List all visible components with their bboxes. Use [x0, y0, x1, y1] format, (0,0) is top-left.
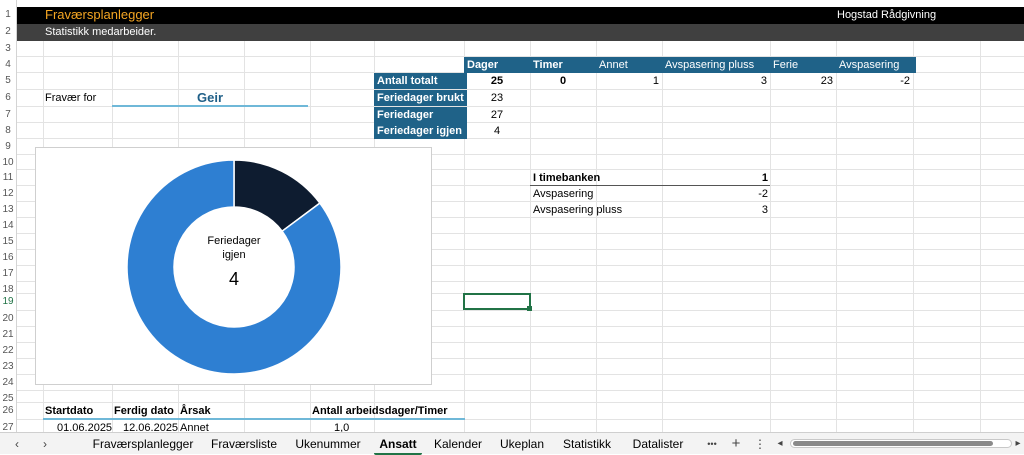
options-icon[interactable]: ⋮ — [754, 435, 766, 453]
row-number[interactable]: 19 — [0, 294, 16, 310]
column-gridline — [662, 41, 663, 432]
value-total-hours: 0 — [559, 75, 567, 87]
value-vacation-left: 4 — [493, 125, 501, 137]
value-total-vacation: 23 — [820, 75, 833, 87]
tab-kalender[interactable]: Kalender — [427, 435, 489, 453]
header-days: Dager — [464, 57, 533, 73]
tab-fravarsliste[interactable]: Fraværsliste — [204, 435, 284, 453]
value-total-other: 1 — [652, 75, 659, 87]
row-header: 1 2 3 4 5 6 7 8 9 10 11 12 13 14 15 16 17 18 19 20 21 22 23 24 2… — [0, 0, 17, 433]
add-sheet-icon[interactable]: + — [728, 435, 744, 453]
app-title: Fraværsplanlegger — [45, 7, 155, 22]
timebank-row-label: Avspasering — [533, 188, 594, 200]
row-number[interactable]: 11 — [0, 170, 16, 186]
timebank-value: 1 — [761, 172, 768, 184]
value-vacation-used: 23 — [490, 92, 504, 104]
tab-statistikk[interactable]: Statistikk — [555, 435, 619, 453]
row-number[interactable]: 22 — [0, 343, 16, 359]
row-number[interactable]: 16 — [0, 250, 16, 266]
value-total-comp: -2 — [900, 75, 910, 87]
row-number[interactable]: 6 — [0, 90, 16, 106]
row-gridline — [17, 390, 1024, 391]
employee-name[interactable]: Geir — [112, 89, 308, 107]
timebank-row-label: Avspasering pluss — [533, 204, 623, 216]
row-label-vacation-used: Feriedager brukt — [374, 90, 467, 106]
title-band: Fraværsplanlegger Hogstad Rådgivning — [17, 7, 1024, 24]
donut-center-line2: igjen — [222, 249, 246, 261]
tab-ukeplan[interactable]: Ukeplan — [494, 435, 550, 453]
chevron-left-icon[interactable]: ‹ — [8, 435, 26, 453]
absence-for-label: Fravær for — [45, 92, 97, 104]
header-hours: Timer — [530, 57, 599, 73]
row-number[interactable]: 7 — [0, 107, 16, 123]
row-label-vacation-left: Feriedager igjen — [374, 123, 467, 139]
row-number[interactable]: 8 — [0, 123, 16, 139]
row-number[interactable]: 23 — [0, 359, 16, 375]
chevron-right-icon[interactable]: › — [36, 435, 54, 453]
row-number[interactable]: 12 — [0, 186, 16, 202]
timebank-row-value: 3 — [761, 204, 768, 216]
subtitle-band: Statistikk medarbeider. — [17, 24, 1024, 41]
row-number[interactable]: 15 — [0, 234, 16, 250]
donut-chart[interactable]: Feriedager igjen 4 — [35, 147, 432, 385]
donut-center-label: Feriedager igjen 4 — [186, 234, 282, 289]
column-gridline — [530, 41, 531, 432]
scroll-left-icon[interactable]: ◂ — [774, 435, 786, 453]
scrollbar-thumb[interactable] — [793, 441, 993, 446]
tab-ukenummer[interactable]: Ukenummer — [288, 435, 368, 453]
list-header-end: Ferdig dato — [114, 405, 174, 417]
header-comp-plus: Avspasering pluss — [662, 57, 773, 73]
value-total-days: 25 — [490, 75, 504, 87]
column-gridline — [770, 41, 771, 432]
scroll-right-icon[interactable]: ▸ — [1012, 435, 1024, 453]
tab-fravarsplanlegger[interactable]: Fraværsplanlegger — [88, 435, 198, 453]
column-gridline — [596, 41, 597, 432]
tab-ansatt[interactable]: Ansatt — [374, 435, 422, 455]
value-total-comp-plus: 3 — [760, 75, 767, 87]
value-vacation-days: 27 — [490, 109, 504, 121]
tab-datalister[interactable]: Datalister — [626, 435, 690, 453]
row-label-total: Antall totalt — [374, 73, 467, 89]
list-header-start: Startdato — [45, 405, 94, 417]
column-gridline — [980, 41, 981, 432]
row-number[interactable]: 1 — [0, 7, 16, 23]
subtitle: Statistikk medarbeider. — [45, 26, 157, 38]
horizontal-scrollbar[interactable] — [790, 439, 1012, 448]
timebank-label: I timebanken — [533, 172, 601, 184]
row-number[interactable]: 14 — [0, 218, 16, 234]
fill-handle[interactable] — [527, 306, 532, 311]
row-number[interactable]: 10 — [0, 155, 16, 171]
row-number[interactable]: 5 — [0, 73, 16, 89]
more-tabs-icon[interactable]: ••• — [704, 435, 720, 453]
header-comp: Avspasering — [836, 57, 916, 73]
list-header-reason: Årsak — [180, 405, 211, 417]
donut-center-value: 4 — [228, 269, 239, 289]
list-header-count: Antall arbeidsdager/Timer — [312, 405, 448, 417]
header-vacation: Ferie — [770, 57, 839, 73]
donut-center-line1: Feriedager — [207, 235, 261, 247]
row-number[interactable]: 9 — [0, 139, 16, 155]
row-number[interactable]: 13 — [0, 202, 16, 218]
selected-cell[interactable] — [463, 293, 531, 310]
row-number[interactable]: 26 — [0, 403, 16, 419]
row-number[interactable]: 2 — [0, 24, 16, 40]
column-gridline — [913, 41, 914, 432]
row-number[interactable]: 4 — [0, 57, 16, 73]
row-number[interactable]: 17 — [0, 266, 16, 282]
row-number[interactable]: 20 — [0, 311, 16, 327]
sheet-tab-bar: ‹ › Fraværsplanlegger Fraværsliste Ukenu… — [0, 432, 1024, 455]
company-name: Hogstad Rådgivning — [837, 9, 937, 21]
header-other: Annet — [596, 57, 665, 73]
row-label-vacation-days: Feriedager — [374, 107, 467, 123]
timebank-row-value: -2 — [758, 188, 768, 200]
column-gridline — [836, 41, 837, 432]
row-number[interactable]: 3 — [0, 41, 16, 57]
row-number[interactable]: 24 — [0, 375, 16, 391]
row-number[interactable]: 21 — [0, 327, 16, 343]
